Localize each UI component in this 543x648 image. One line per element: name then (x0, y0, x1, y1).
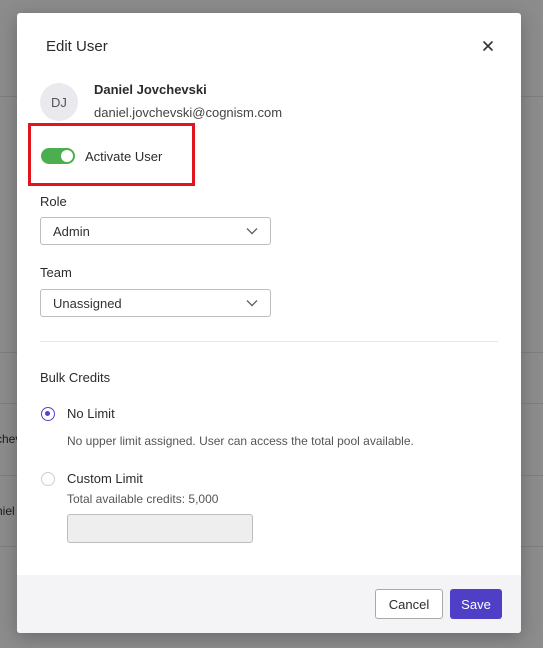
section-divider (40, 341, 498, 342)
role-label: Role (40, 194, 67, 209)
chevron-down-icon (246, 228, 258, 235)
custom-limit-label: Custom Limit (67, 471, 143, 486)
role-value: Admin (53, 224, 90, 239)
chevron-down-icon (246, 300, 258, 307)
avatar: DJ (40, 83, 78, 121)
modal-footer: Cancel Save (17, 575, 521, 633)
team-select[interactable]: Unassigned (40, 289, 271, 317)
custom-limit-input[interactable] (67, 514, 253, 543)
save-button[interactable]: Save (450, 589, 502, 619)
activate-user-label: Activate User (85, 149, 163, 164)
edit-user-modal: Edit User DJ Daniel Jovchevski daniel.jo… (17, 13, 521, 633)
modal-title: Edit User (46, 38, 108, 55)
cancel-button[interactable]: Cancel (375, 589, 443, 619)
custom-limit-description: Total available credits: 5,000 (67, 492, 219, 506)
team-value: Unassigned (53, 296, 122, 311)
close-icon (483, 41, 493, 51)
no-limit-radio[interactable] (41, 407, 55, 421)
toggle-knob (61, 150, 73, 162)
team-label: Team (40, 265, 72, 280)
bulk-credits-title: Bulk Credits (40, 370, 111, 385)
activate-user-toggle[interactable] (41, 148, 75, 164)
user-name: Daniel Jovchevski (94, 82, 207, 97)
close-button[interactable] (479, 37, 497, 55)
no-limit-description: No upper limit assigned. User can access… (67, 434, 414, 448)
custom-limit-radio[interactable] (41, 472, 55, 486)
no-limit-label: No Limit (67, 406, 115, 421)
role-select[interactable]: Admin (40, 217, 271, 245)
user-email: daniel.jovchevski@cognism.com (94, 105, 283, 120)
